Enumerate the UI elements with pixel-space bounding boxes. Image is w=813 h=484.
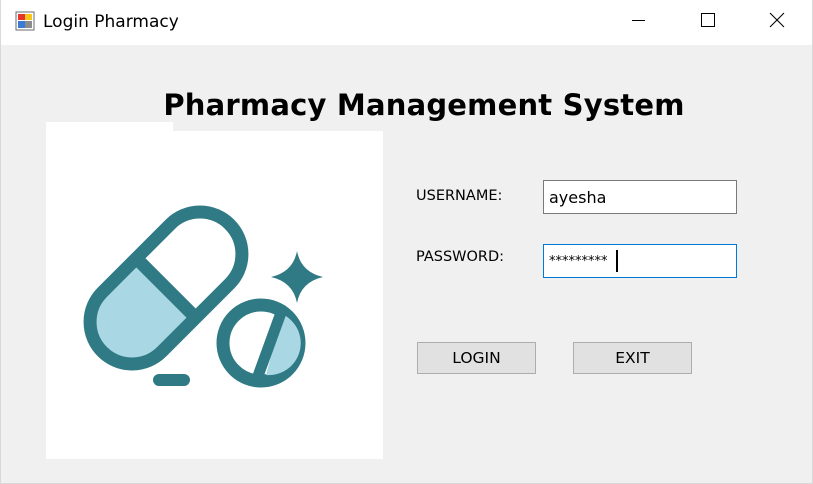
username-label: USERNAME: — [416, 188, 503, 204]
title-bar[interactable]: Login Pharmacy — [1, 0, 812, 45]
minimize-icon — [632, 13, 646, 32]
app-icon — [15, 11, 35, 31]
close-button[interactable] — [754, 0, 800, 45]
close-icon — [769, 12, 785, 33]
login-window: Login Pharmacy Pharmacy Management Syste… — [0, 0, 813, 484]
exit-button[interactable]: EXIT — [573, 342, 692, 374]
window-title: Login Pharmacy — [43, 12, 179, 32]
pills-icon — [46, 205, 383, 463]
username-field[interactable] — [543, 180, 737, 214]
password-label: PASSWORD: — [416, 249, 505, 265]
password-field[interactable] — [543, 244, 737, 278]
maximize-icon — [700, 12, 716, 33]
login-button[interactable]: LOGIN — [417, 342, 536, 374]
page-title: Pharmacy Management System — [163, 88, 685, 122]
maximize-button[interactable] — [685, 0, 731, 45]
logo-panel-notch — [173, 122, 383, 131]
minimize-button[interactable] — [616, 0, 662, 45]
logo-panel — [46, 122, 383, 459]
text-caret — [616, 250, 618, 272]
